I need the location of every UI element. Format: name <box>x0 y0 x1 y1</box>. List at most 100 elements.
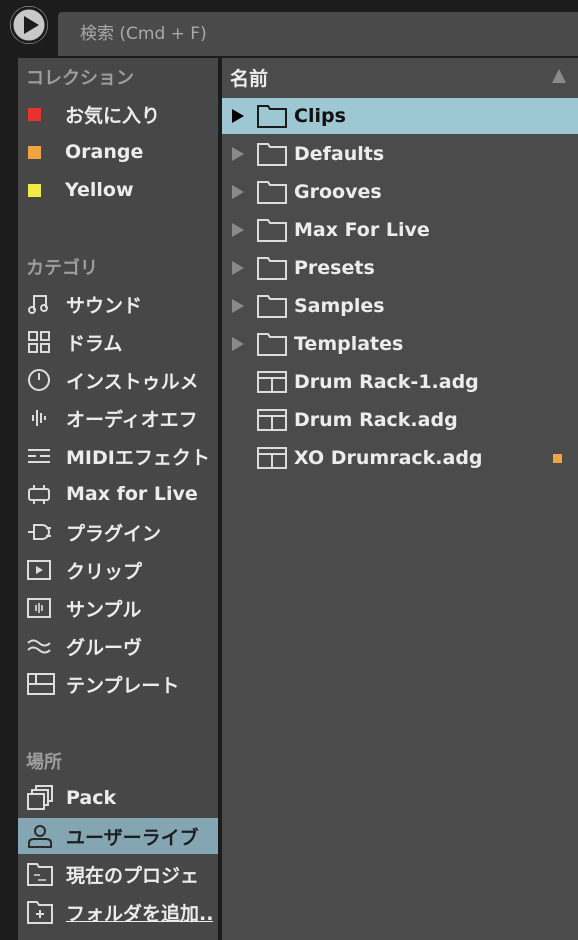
collection-yellow[interactable]: Yellow <box>18 172 218 208</box>
music-note-icon <box>26 291 56 317</box>
browser-row-drum-rack-1[interactable]: Drum Rack-1.adg <box>222 364 578 400</box>
row-name: Templates <box>294 333 404 355</box>
red-color-swatch <box>28 107 41 121</box>
sort-ascending-icon[interactable] <box>552 69 566 83</box>
category-label: テンプレート <box>66 674 180 697</box>
yellow-color-swatch <box>28 183 41 197</box>
place-pack[interactable]: Pack <box>18 780 218 816</box>
browser-row-presets[interactable]: Presets <box>222 250 578 286</box>
rack-preset-icon <box>256 369 288 395</box>
category-label: プラグイン <box>66 522 162 545</box>
folder-icon <box>256 293 288 319</box>
pack-icon <box>26 785 56 811</box>
category-samples[interactable]: サンプル <box>18 590 218 626</box>
row-name: Defaults <box>294 143 385 165</box>
category-label: グルーヴ <box>66 636 143 659</box>
category-templates[interactable]: テンプレート <box>18 666 218 702</box>
place-label: フォルダを追加.. <box>66 902 214 925</box>
category-instruments[interactable]: インストゥルメ <box>18 362 218 398</box>
place-label: 現在のプロジェ <box>66 864 200 887</box>
row-name: Grooves <box>294 181 382 203</box>
browser-content: 名前 Clips Defaults Grooves Max For Live P… <box>222 58 578 940</box>
folder-icon <box>256 179 288 205</box>
category-label: Max for Live <box>66 483 198 505</box>
place-add-folder[interactable]: フォルダを追加.. <box>18 894 218 930</box>
category-clips[interactable]: クリップ <box>18 552 218 588</box>
orange-tag-dot <box>553 454 562 463</box>
collection-favorites[interactable]: お気に入り <box>18 96 218 132</box>
place-label: ユーザーライブ <box>66 826 199 849</box>
category-grooves[interactable]: グルーヴ <box>18 628 218 664</box>
template-icon <box>26 671 56 697</box>
search-input[interactable] <box>78 23 578 45</box>
browser-row-samples[interactable]: Samples <box>222 288 578 324</box>
expand-arrow-icon[interactable] <box>232 261 244 275</box>
place-label: Pack <box>66 787 117 809</box>
browser-row-grooves[interactable]: Grooves <box>222 174 578 210</box>
place-current-project[interactable]: 現在のプロジェ <box>18 856 218 892</box>
row-name: Drum Rack-1.adg <box>294 371 479 393</box>
plug-icon <box>26 519 56 545</box>
categories-title: カテゴリ <box>26 258 98 279</box>
drum-grid-icon <box>26 329 56 355</box>
user-icon <box>26 823 56 849</box>
sidebar: コレクション お気に入り Orange Yellow カテゴリ サウンド ドラム <box>18 58 218 940</box>
waveform-icon <box>26 405 56 431</box>
category-label: MIDIエフェクト <box>66 446 210 469</box>
category-plugins[interactable]: プラグイン <box>18 514 218 550</box>
expand-arrow-icon[interactable] <box>232 337 244 351</box>
browser-row-xo-drumrack[interactable]: XO Drumrack.adg <box>222 440 578 476</box>
project-folder-icon <box>26 861 56 887</box>
expand-arrow-icon[interactable] <box>232 185 244 199</box>
expand-arrow-icon[interactable] <box>232 299 244 313</box>
row-name: Max For Live <box>294 219 430 241</box>
row-name: Samples <box>294 295 385 317</box>
max-device-icon <box>26 481 56 507</box>
category-audio-effects[interactable]: オーディオエフ <box>18 400 218 436</box>
clip-play-icon <box>26 557 56 583</box>
category-drums[interactable]: ドラム <box>18 324 218 360</box>
expand-arrow-icon[interactable] <box>232 147 244 161</box>
expand-arrow-icon[interactable] <box>232 223 244 237</box>
place-user-library[interactable]: ユーザーライブ <box>18 818 218 854</box>
row-name: Clips <box>294 105 346 127</box>
collection-label: Orange <box>65 141 144 163</box>
folder-icon <box>256 255 288 281</box>
column-header-label: 名前 <box>230 67 269 90</box>
clock-icon <box>26 367 56 393</box>
rack-preset-icon <box>256 445 288 471</box>
collections-title: コレクション <box>26 68 134 89</box>
browser-row-defaults[interactable]: Defaults <box>222 136 578 172</box>
folder-icon <box>256 141 288 167</box>
name-column-header[interactable]: 名前 <box>222 58 578 96</box>
preview-play-button[interactable] <box>10 6 48 44</box>
browser-row-templates[interactable]: Templates <box>222 326 578 362</box>
folder-icon <box>256 331 288 357</box>
category-midi-effects[interactable]: MIDIエフェクト <box>18 438 218 474</box>
groove-wave-icon <box>26 633 56 659</box>
category-sounds[interactable]: サウンド <box>18 286 218 322</box>
row-name: Drum Rack.adg <box>294 409 458 431</box>
browser-row-drum-rack[interactable]: Drum Rack.adg <box>222 402 578 438</box>
row-name: Presets <box>294 257 375 279</box>
sample-icon <box>26 595 56 621</box>
row-name: XO Drumrack.adg <box>294 447 483 469</box>
folder-icon <box>256 217 288 243</box>
category-label: サンプル <box>66 598 142 621</box>
orange-color-swatch <box>28 145 41 159</box>
browser-row-max-for-live[interactable]: Max For Live <box>222 212 578 248</box>
folder-icon <box>256 103 288 129</box>
category-max-for-live[interactable]: Max for Live <box>18 476 218 512</box>
collection-label: Yellow <box>65 179 134 201</box>
category-label: クリップ <box>66 560 143 583</box>
category-label: ドラム <box>66 332 123 355</box>
places-title: 場所 <box>26 752 62 773</box>
search-bar[interactable] <box>58 12 578 56</box>
expand-arrow-icon[interactable] <box>232 109 244 123</box>
collection-orange[interactable]: Orange <box>18 134 218 170</box>
category-label: インストゥルメ <box>66 370 199 393</box>
category-label: オーディオエフ <box>66 408 198 431</box>
play-icon <box>10 6 48 44</box>
browser-row-clips[interactable]: Clips <box>222 98 578 134</box>
rack-preset-icon <box>256 407 288 433</box>
